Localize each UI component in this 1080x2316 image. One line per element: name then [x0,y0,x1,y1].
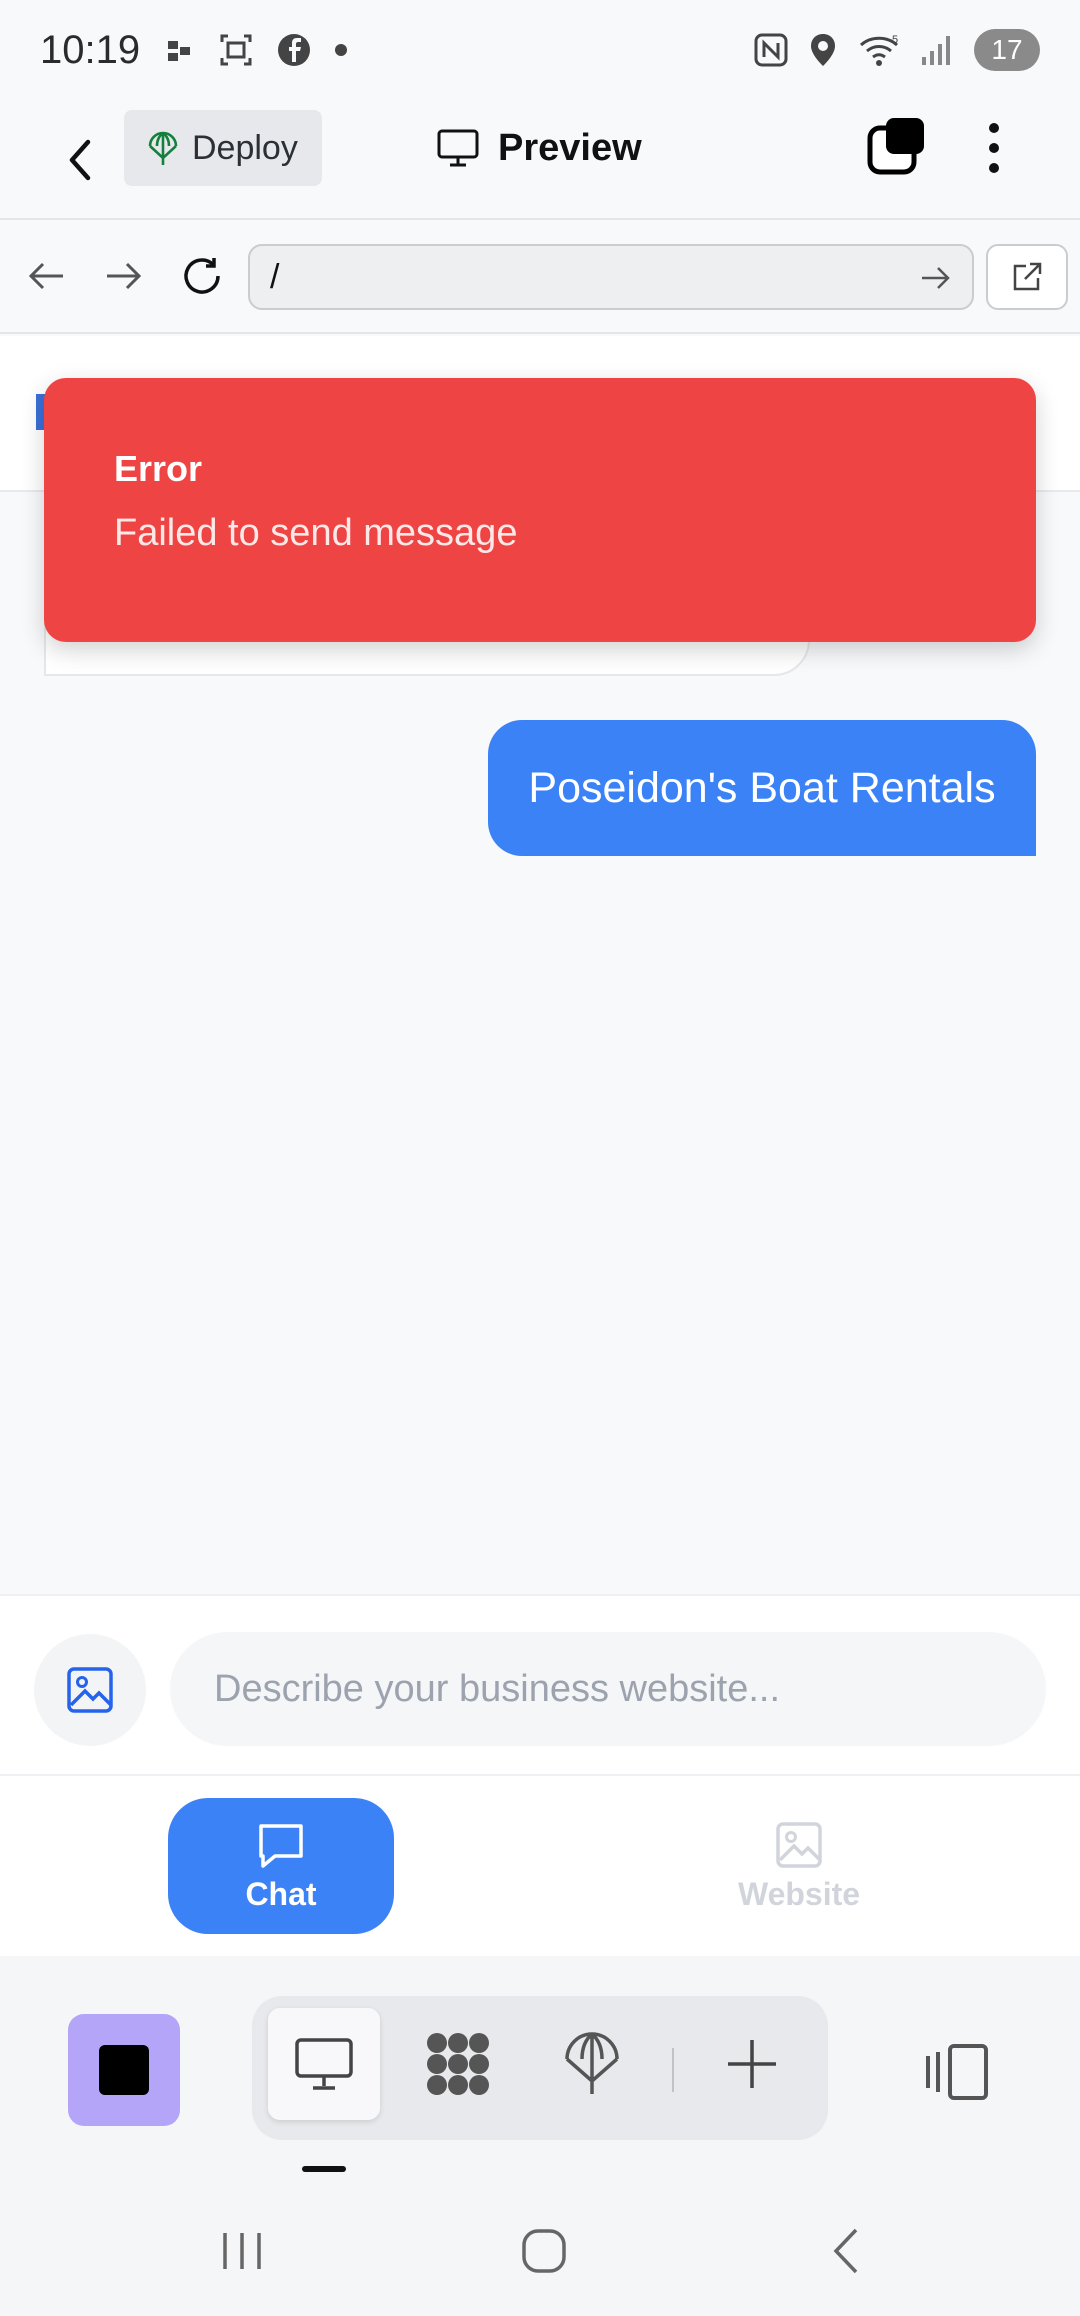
tab-website[interactable]: Website [686,1798,912,1934]
toast-title: Error [114,448,203,489]
attach-image-button[interactable] [34,1634,146,1746]
more-options-button[interactable] [974,118,1014,178]
dot-icon [335,44,348,56]
chevron-left-icon [69,139,91,181]
deploy-label: Deploy [192,128,298,167]
error-toast[interactable]: Error Failed to send message [44,378,1036,642]
taskbar-apps-item[interactable] [402,2008,514,2120]
browser-bar: / [0,220,1080,334]
status-bar: 10:19 5 17 [0,0,1080,100]
taskbar-group [252,1996,828,2140]
taskbar-add-item[interactable] [696,2008,808,2120]
deploy-icon [148,131,178,165]
app-icon[interactable] [68,2014,180,2126]
browser-forward-button[interactable] [98,250,150,302]
wifi-icon: 5 [859,34,898,66]
tab-website-label: Website [737,1875,861,1912]
facebook-icon [278,34,311,66]
home-icon [522,2229,566,2273]
back-button[interactable] [52,124,108,196]
chat-icon [259,1823,303,1868]
system-navigation-bar [0,2176,1080,2316]
open-external-button[interactable] [986,244,1068,310]
back-icon [833,2228,858,2274]
arrow-left-icon [28,262,63,290]
status-time: 10:19 [40,27,141,72]
monitor-icon [437,129,479,167]
taskbar-divider [672,2048,674,2092]
taskbar-split-view-button[interactable] [920,2036,992,2108]
taskbar [0,1956,1080,2176]
battery-indicator: 17 [974,29,1040,71]
tab-chat[interactable]: Chat [168,1798,394,1934]
home-button[interactable] [504,2216,584,2286]
split-view-icon [926,2044,988,2100]
tabs-button[interactable] [866,116,926,176]
mode-tabs: Chat Website [0,1776,1080,1956]
apps-icon [427,2033,489,2095]
taskbar-deploy-item[interactable] [536,2008,648,2120]
website-image-icon [776,1821,822,1868]
more-vertical-icon [989,123,999,173]
reload-button[interactable] [176,250,228,302]
page-title-text: Preview [498,126,642,169]
image-icon [67,1667,113,1713]
page-title: Preview [436,122,642,174]
app-header: Deploy Preview [0,100,1080,220]
screenshot-icon [220,34,252,66]
toast-message: Failed to send message [114,512,518,554]
url-text: / [270,257,280,296]
system-back-button[interactable] [806,2216,886,2286]
tabs-icon [867,118,924,175]
external-link-icon [1013,262,1042,291]
chat-input-placeholder: Describe your business website... [214,1667,781,1710]
deploy-button[interactable]: Deploy [124,110,322,186]
nfc-icon [754,33,788,67]
go-arrow-icon[interactable] [918,260,954,296]
plus-icon [728,2040,776,2088]
screencast-icon [168,41,191,61]
active-app-indicator [302,2166,346,2172]
composer: Describe your business website... [0,1594,1080,1776]
svg-text:5: 5 [892,34,898,46]
tab-chat-label: Chat [245,1875,317,1912]
deploy-icon [565,2032,619,2094]
chat-input[interactable]: Describe your business website... [170,1632,1046,1746]
taskbar-preview-item[interactable] [268,2008,380,2120]
recent-apps-button[interactable] [202,2216,282,2286]
app-icon-square [99,2045,149,2095]
user-message-bubble: Poseidon's Boat Rentals [488,720,1036,856]
monitor-icon [295,2038,353,2090]
reload-icon [184,258,220,294]
recent-apps-icon [223,2233,261,2269]
arrow-right-icon [107,262,142,290]
user-message-text: Poseidon's Boat Rentals [528,763,996,812]
url-input[interactable]: / [248,244,974,310]
location-icon [811,34,835,66]
browser-back-button[interactable] [20,250,72,302]
signal-icon [922,36,950,65]
